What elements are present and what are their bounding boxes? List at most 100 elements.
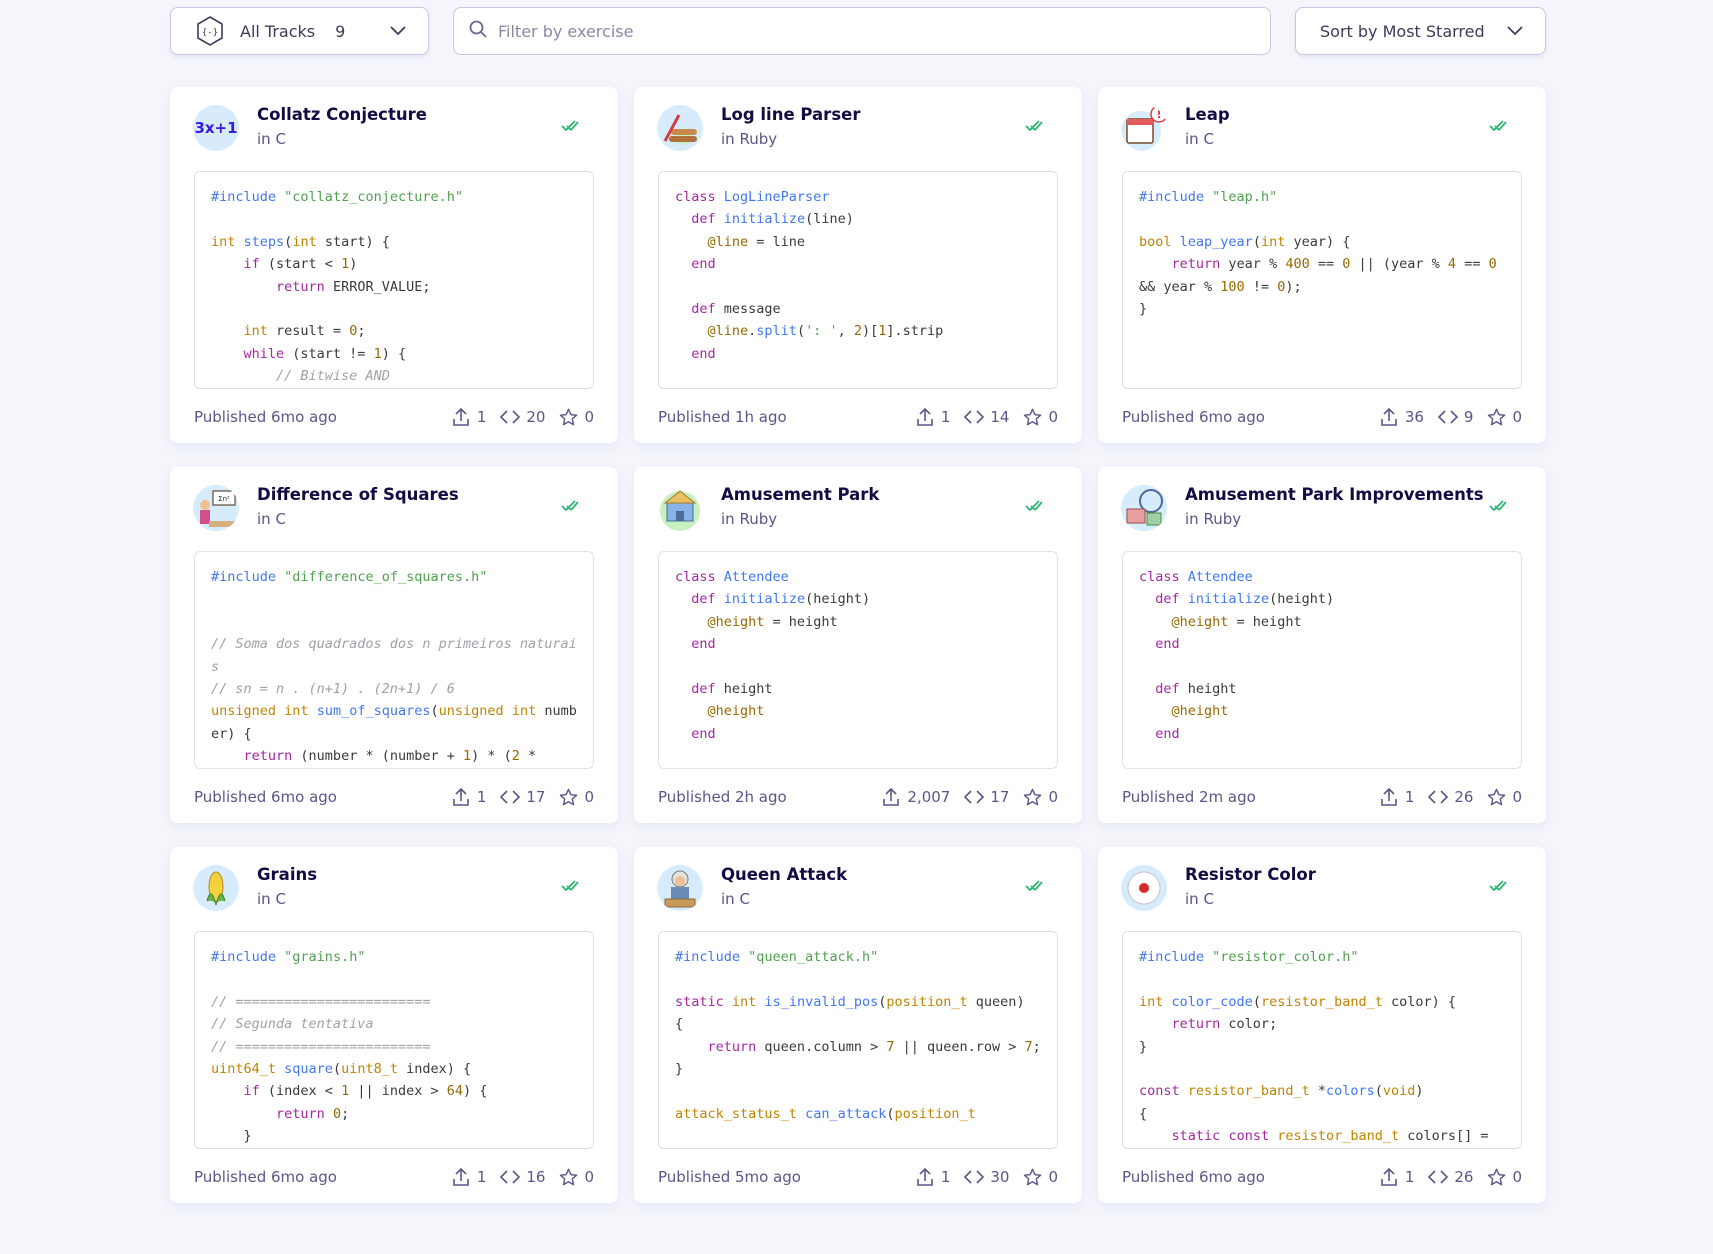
- published-time: Published 6mo ago: [1122, 408, 1265, 426]
- loc-count: 17: [990, 788, 1010, 806]
- card-stats: 1 20 0: [437, 407, 594, 427]
- stars-count: 0: [1512, 408, 1522, 426]
- track-filter-dropdown[interactable]: {-} All Tracks 9: [170, 7, 429, 55]
- all-tracks-hex-icon: {-}: [195, 15, 225, 47]
- card-stats: 2,007 17 0: [867, 787, 1058, 807]
- solution-card[interactable]: Σn² Difference of Squares in C #include "di…: [170, 467, 618, 823]
- upload-icon: [1379, 787, 1405, 807]
- solution-card[interactable]: Resistor Color in C #include "resistor_col…: [1098, 847, 1546, 1203]
- chevron-down-icon: [1507, 26, 1523, 36]
- solution-card[interactable]: Grains in C #include "grains.h" // =======…: [170, 847, 618, 1203]
- exercise-track: in Ruby: [721, 130, 778, 148]
- iterations-count: 1: [940, 408, 951, 426]
- loc-stat: 14: [964, 408, 1009, 426]
- stars-stat: 0: [1023, 1168, 1058, 1187]
- resistor-color-icon: [1121, 865, 1167, 911]
- upload-icon: [915, 1167, 941, 1187]
- amusement-park-improvements-icon: [1121, 485, 1167, 531]
- star-icon: [559, 1168, 584, 1187]
- code-snippet: #include "resistor_color.h" int color_co…: [1122, 931, 1522, 1149]
- loc-count: 9: [1463, 408, 1474, 426]
- code-brackets-icon: [1428, 1169, 1454, 1185]
- solution-card[interactable]: 3x+1 Collatz Conjecture in C #include "coll…: [170, 87, 618, 443]
- exercise-title[interactable]: Difference of Squares: [257, 485, 459, 504]
- published-check-icon: [1489, 497, 1507, 516]
- code-brackets-icon: [500, 409, 526, 425]
- card-stats: 1 16 0: [437, 1167, 594, 1187]
- stars-stat: 0: [559, 1168, 594, 1187]
- stars-stat: 0: [559, 788, 594, 807]
- svg-text:3x+1: 3x+1: [194, 119, 237, 137]
- exercise-track: in C: [1185, 890, 1214, 908]
- exercise-track: in C: [257, 510, 286, 528]
- star-icon: [1023, 1168, 1048, 1187]
- exercise-title[interactable]: Amusement Park: [721, 485, 879, 504]
- stars-count: 0: [1512, 788, 1522, 806]
- card-header: Amusement Park in Ruby: [657, 467, 1059, 551]
- card-stats: 1 30 0: [901, 1167, 1058, 1187]
- published-check-icon: [1489, 117, 1507, 136]
- published-time: Published 1h ago: [658, 408, 787, 426]
- loc-count: 30: [990, 1168, 1010, 1186]
- stars-stat: 0: [1487, 1168, 1522, 1187]
- exercise-title[interactable]: Log line Parser: [721, 105, 860, 124]
- card-stats: 1 26 0: [1365, 1167, 1522, 1187]
- iterations-count: 1: [1404, 1168, 1415, 1186]
- loc-stat: 17: [964, 788, 1009, 806]
- iterations-count: 1: [1404, 788, 1415, 806]
- card-header: 3x+1 Collatz Conjecture in C: [193, 87, 595, 171]
- solution-card[interactable]: Queen Attack in C #include "queen_attack.h…: [634, 847, 1082, 1203]
- star-icon: [1023, 408, 1048, 427]
- sort-dropdown[interactable]: Sort by Most Starred: [1295, 7, 1546, 55]
- exercise-title[interactable]: Collatz Conjecture: [257, 105, 427, 124]
- search-icon: [468, 19, 488, 43]
- card-header: Queen Attack in C: [657, 847, 1059, 931]
- exercise-filter-input[interactable]: [498, 21, 1218, 41]
- iterations-count: 2,007: [907, 788, 951, 806]
- exercise-title[interactable]: Leap: [1185, 105, 1230, 124]
- sort-label: Sort by Most Starred: [1320, 21, 1485, 41]
- iterations-stat: 2,007: [881, 787, 950, 807]
- toolbar: {-} All Tracks 9 Sort by Most Starred: [170, 7, 1546, 55]
- card-footer: Published 6mo ago 1 16 0: [194, 1165, 594, 1189]
- upload-icon: [451, 407, 477, 427]
- card-header: Σn² Difference of Squares in C: [193, 467, 595, 551]
- track-filter-label: All Tracks: [240, 21, 316, 41]
- exercise-title[interactable]: Resistor Color: [1185, 865, 1316, 884]
- published-check-icon: [1025, 117, 1043, 136]
- iterations-stat: 1: [1379, 1167, 1415, 1187]
- loc-count: 20: [526, 408, 546, 426]
- exercise-track: in C: [257, 890, 286, 908]
- solution-card[interactable]: Amusement Park in Ruby class Attendee def …: [634, 467, 1082, 823]
- published-check-icon: [561, 117, 579, 136]
- exercise-title[interactable]: Amusement Park Improvements: [1185, 485, 1484, 504]
- loc-count: 26: [1454, 788, 1474, 806]
- chevron-down-icon: [390, 26, 406, 36]
- card-header: ! Leap in C: [1121, 87, 1523, 171]
- queen-attack-icon: [657, 865, 703, 911]
- amusement-park-icon: [657, 485, 703, 531]
- star-icon: [559, 408, 584, 427]
- published-check-icon: [1025, 497, 1043, 516]
- svg-text:{-}: {-}: [202, 28, 218, 38]
- exercise-filter-field[interactable]: [453, 7, 1271, 55]
- published-time: Published 2h ago: [658, 788, 787, 806]
- published-time: Published 6mo ago: [194, 408, 337, 426]
- exercise-title[interactable]: Grains: [257, 865, 317, 884]
- star-icon: [1487, 1168, 1512, 1187]
- code-snippet: class Attendee def initialize(height) @h…: [1122, 551, 1522, 769]
- svg-text:Σn²: Σn²: [218, 495, 230, 503]
- difference-of-squares-icon: Σn²: [193, 485, 239, 531]
- exercise-track: in C: [1185, 130, 1214, 148]
- solution-card[interactable]: Amusement Park Improvements in Ruby class …: [1098, 467, 1546, 823]
- exercise-title[interactable]: Queen Attack: [721, 865, 847, 884]
- upload-icon: [451, 787, 477, 807]
- solutions-grid: 3x+1 Collatz Conjecture in C #include "coll…: [170, 87, 1546, 1203]
- svg-text:!: !: [1156, 108, 1161, 121]
- code-snippet: class LogLineParser def initialize(line)…: [658, 171, 1058, 389]
- solution-card[interactable]: Log line Parser in Ruby class LogLineParse…: [634, 87, 1082, 443]
- stars-stat: 0: [1023, 788, 1058, 807]
- page-bottom: [0, 1240, 1713, 1254]
- card-header: Amusement Park Improvements in Ruby: [1121, 467, 1523, 551]
- solution-card[interactable]: ! Leap in C #include "leap.h" bool leap_yea…: [1098, 87, 1546, 443]
